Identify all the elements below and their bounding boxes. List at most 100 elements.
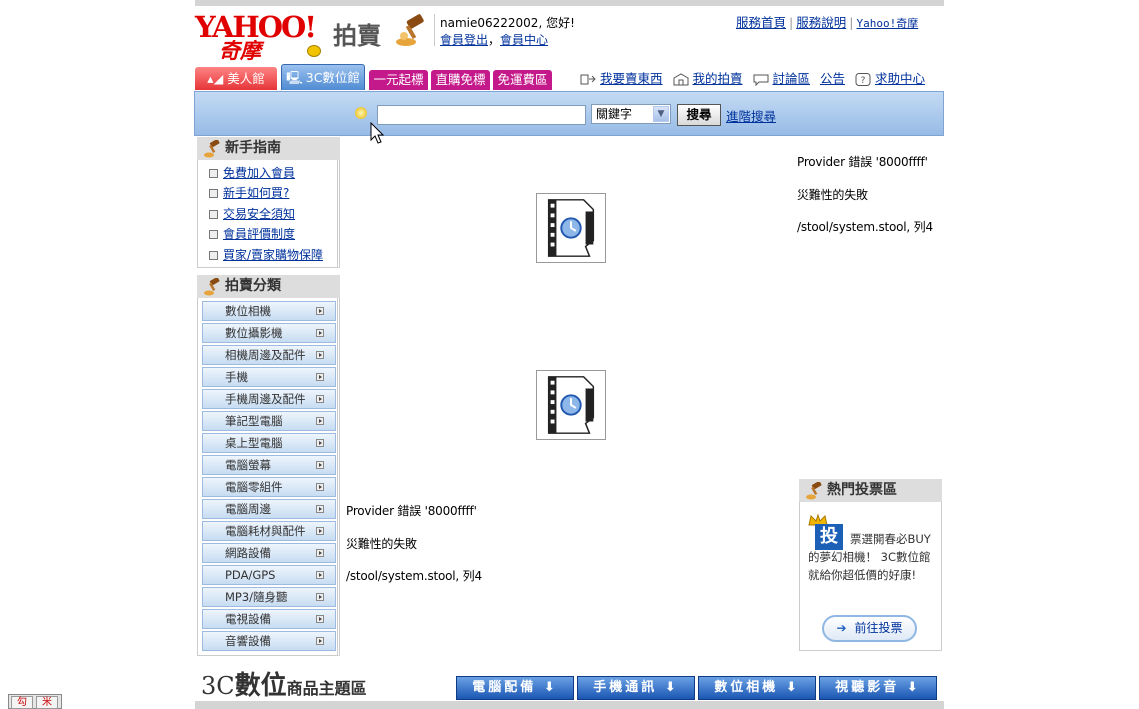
error-line: /stool/system.stool, 列4: [346, 569, 482, 583]
error-line: 災難性的失敗: [346, 536, 417, 551]
broken-media-icon: [536, 370, 606, 440]
nav-announce-link[interactable]: 公告: [820, 71, 845, 86]
arrow-right-icon: [316, 593, 324, 601]
top-links: 服務首頁 | 服務說明 | Yahoo!奇摩: [736, 15, 919, 30]
nav-sell-link[interactable]: 我要賣東西: [600, 71, 663, 86]
category-label: 電腦耗材與配件: [225, 524, 306, 538]
tab-3c-digital[interactable]: 🖳 3C數位館: [281, 64, 365, 90]
theme-button-camera[interactable]: 數位相機 ⬇: [698, 676, 816, 700]
error-message-middle: Provider 錯誤 '8000ffff' 災難性的失敗 /stool/sys…: [346, 495, 482, 593]
category-label: MP3/隨身聽: [225, 590, 288, 604]
mouse-cursor-icon: [370, 122, 384, 144]
theme-title-digital: 數位: [234, 671, 287, 701]
category-item[interactable]: 電視設備: [202, 609, 336, 629]
user-greeting: namie06222002, 您好! 會員登出，會員中心: [440, 15, 575, 49]
arrow-down-icon: ⬇: [785, 680, 800, 695]
service-home-link[interactable]: 服務首頁: [736, 15, 786, 30]
category-item[interactable]: 手機: [202, 367, 336, 387]
hammer-icon: [204, 140, 220, 158]
category-item[interactable]: 電腦耗材與配件: [202, 521, 336, 541]
tab-beauty[interactable]: ▴◢ 美人館: [195, 67, 277, 90]
guide-list: 免費加入會員 新手如何買? 交易安全須知 會員評價制度 買家/賣家購物保障: [209, 163, 323, 265]
vote-description: 票選開春必BUY的夢幻相機！ 3C數位館就給你超低價的好康!: [808, 532, 931, 582]
category-header: 拍賣分類: [197, 275, 340, 298]
category-item[interactable]: PDA/GPS: [202, 565, 336, 585]
forum-icon: [753, 74, 768, 86]
search-type-value: 關鍵字: [596, 107, 633, 121]
arrow-down-icon: ⬇: [906, 680, 921, 695]
service-help-link[interactable]: 服務說明: [796, 15, 846, 30]
bottom-border: [195, 701, 944, 709]
arrow-right-icon: [316, 637, 324, 645]
help-icon: ?: [855, 73, 871, 86]
nav-help-link[interactable]: 求助中心: [875, 71, 925, 86]
guide-item-how-to-buy[interactable]: 新手如何買?: [223, 186, 289, 200]
category-item[interactable]: 數位相機: [202, 301, 336, 321]
arrow-down-icon: ⬇: [543, 680, 558, 695]
ime-key[interactable]: 勾: [11, 696, 33, 709]
arrow-right-icon: [316, 307, 324, 315]
category-item[interactable]: 電腦零組件: [202, 477, 336, 497]
ime-toolbar[interactable]: 勾 米: [8, 694, 62, 709]
go-vote-button[interactable]: ➔ 前往投票: [822, 615, 917, 642]
logout-link[interactable]: 會員登出: [440, 33, 488, 47]
category-item[interactable]: MP3/隨身聽: [202, 587, 336, 607]
computer-icon: 🖳: [286, 70, 303, 85]
my-auction-icon: [673, 73, 688, 86]
arrow-right-icon: [316, 483, 324, 491]
guide-item-join[interactable]: 免費加入會員: [223, 166, 295, 180]
tab-free-shipping[interactable]: 免運費區: [493, 70, 552, 90]
category-item[interactable]: 手機周邊及配件: [202, 389, 336, 409]
category-item[interactable]: 電腦螢幕: [202, 455, 336, 475]
arrow-right-icon: [316, 527, 324, 535]
nav-forum-link[interactable]: 討論區: [773, 71, 811, 86]
sell-icon: [580, 74, 596, 85]
svg-text:?: ?: [861, 76, 866, 86]
category-item[interactable]: 音響設備: [202, 631, 336, 651]
greeting-text: namie06222002, 您好!: [440, 16, 575, 30]
search-button[interactable]: 搜尋: [677, 104, 721, 126]
member-center-link[interactable]: 會員中心: [500, 33, 548, 47]
error-line: Provider 錯誤 '8000ffff': [797, 155, 928, 169]
theme-button-av[interactable]: 視聽影音 ⬇: [819, 676, 937, 700]
category-label: 相機周邊及配件: [225, 348, 306, 362]
search-type-select[interactable]: 關鍵字 ▼: [591, 104, 671, 124]
guide-item-rating[interactable]: 會員評價制度: [223, 227, 295, 241]
logo-dot: [307, 45, 321, 57]
guide-title: 新手指南: [225, 140, 281, 156]
category-label: 網路設備: [225, 546, 271, 560]
logo-subtext: 奇摩: [219, 39, 261, 63]
category-item[interactable]: 相機周邊及配件: [202, 345, 336, 365]
arrow-right-icon: [316, 351, 324, 359]
error-line: Provider 錯誤 '8000ffff': [346, 504, 477, 518]
yahoo-logo[interactable]: YAHOO! 奇摩: [195, 10, 335, 63]
theme-title-3c: 3C: [201, 672, 235, 700]
chevron-down-icon[interactable]: ▼: [653, 106, 669, 122]
hammer-icon: [204, 278, 220, 296]
guide-item-protection[interactable]: 買家/賣家購物保障: [223, 248, 323, 262]
yahoo-kimo-link[interactable]: Yahoo!奇摩: [856, 17, 918, 30]
category-item[interactable]: 網路設備: [202, 543, 336, 563]
arrow-right-icon: [316, 461, 324, 469]
category-label: 電視設備: [225, 612, 271, 626]
arrow-right-icon: [316, 571, 324, 579]
category-item[interactable]: 數位攝影機: [202, 323, 336, 343]
category-label: 桌上型電腦: [225, 436, 283, 450]
category-label: 手機周邊及配件: [225, 392, 306, 406]
arrow-right-icon: [316, 417, 324, 425]
tab-buy-now[interactable]: 直購免標: [431, 70, 490, 90]
guide-item-safety[interactable]: 交易安全須知: [223, 207, 295, 221]
theme-button-computer[interactable]: 電腦配備 ⬇: [456, 676, 574, 700]
category-item[interactable]: 桌上型電腦: [202, 433, 336, 453]
tab-one-dollar[interactable]: 一元起標: [369, 70, 428, 90]
category-label: 數位攝影機: [225, 326, 283, 340]
category-item[interactable]: 電腦周邊: [202, 499, 336, 519]
theme-title: 3C數位商品主題區: [201, 665, 367, 702]
hammer-icon: [806, 482, 822, 500]
search-input[interactable]: [377, 105, 586, 125]
theme-button-mobile[interactable]: 手機通訊 ⬇: [577, 676, 695, 700]
ime-key[interactable]: 米: [36, 696, 58, 709]
advanced-search-link[interactable]: 進階搜尋: [726, 106, 776, 125]
nav-my-auction-link[interactable]: 我的拍賣: [693, 71, 743, 86]
category-item[interactable]: 筆記型電腦: [202, 411, 336, 431]
